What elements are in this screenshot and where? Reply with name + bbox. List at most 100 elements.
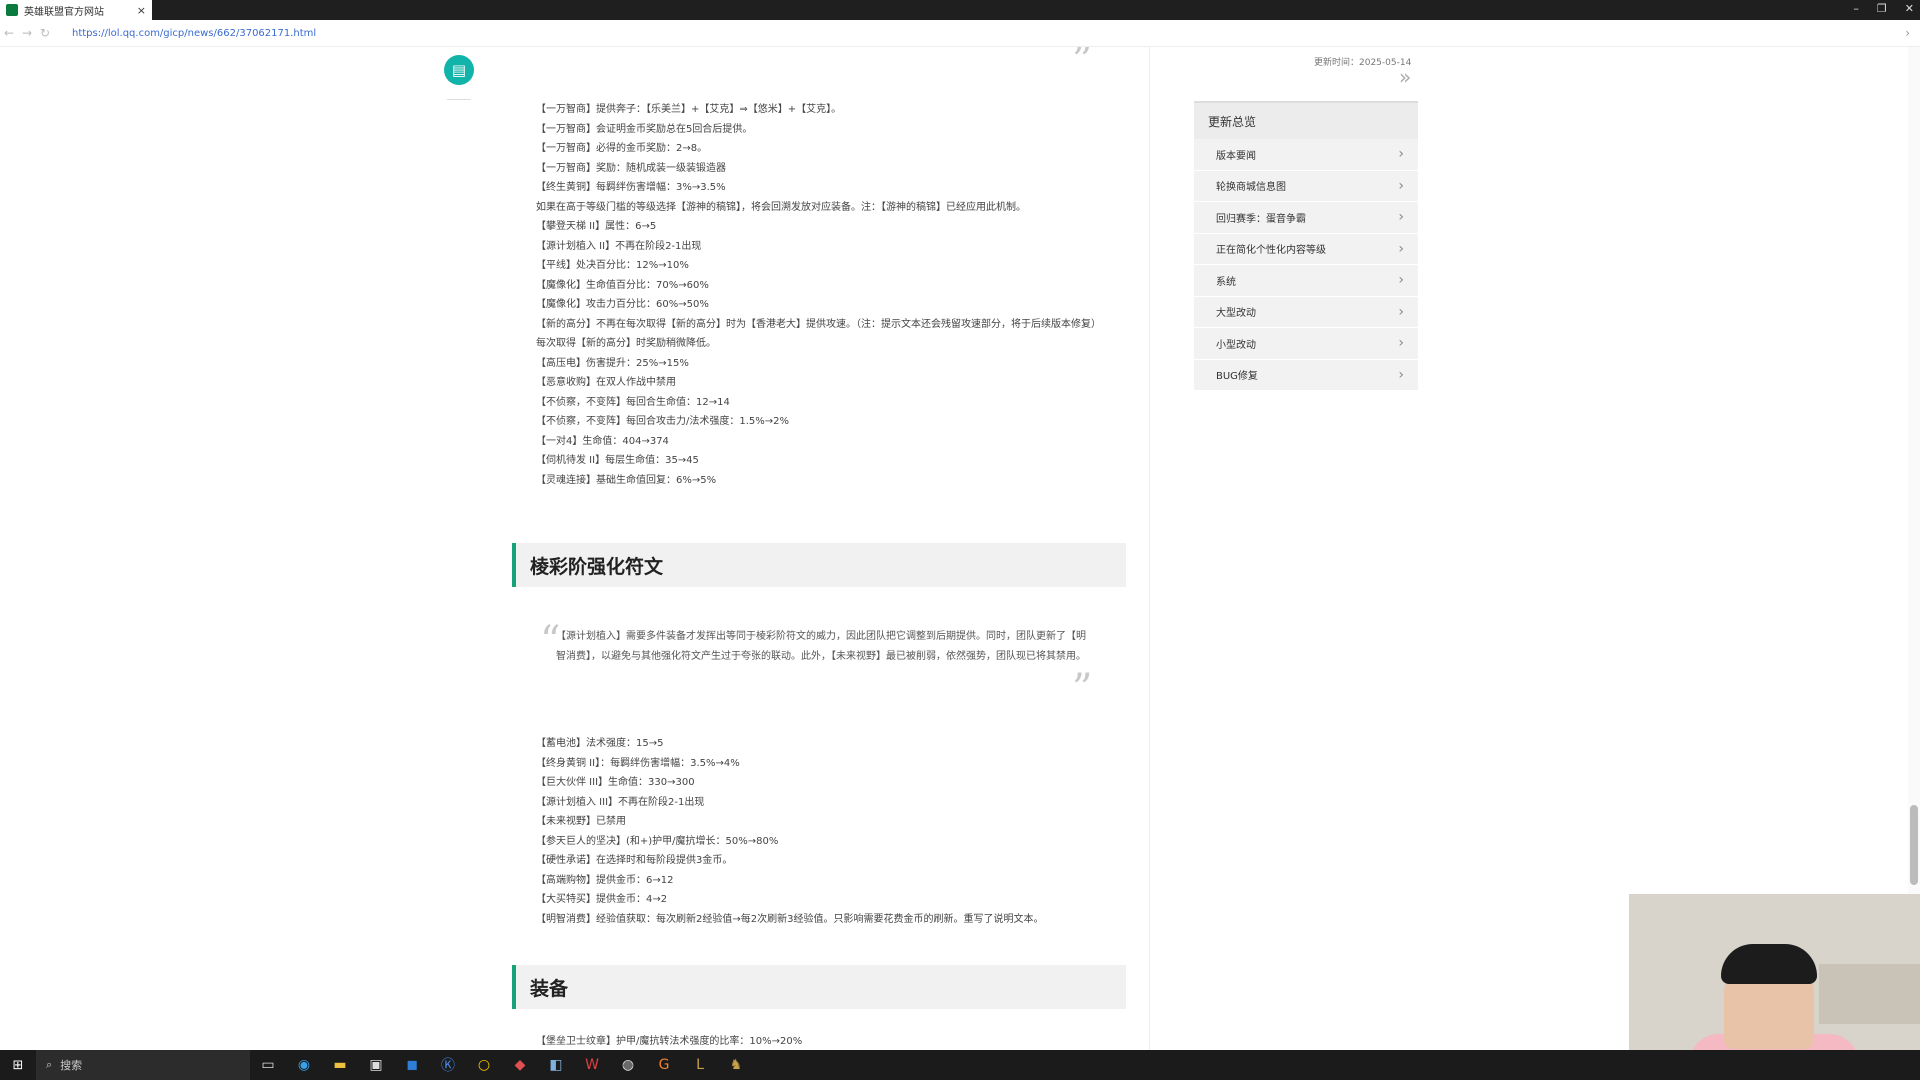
chevron-right-icon: › — [1398, 303, 1404, 320]
list-item: 【一万智商】奖励：随机成装一级装锻造器 — [536, 162, 726, 174]
url-field[interactable]: https://lol.qq.com/gicp/news/662/3706217… — [72, 28, 316, 39]
list-item: 【明智消费】经验值获取：每次刷新2经验值→每2次刷新3经验值。只影响需要花费金币… — [536, 913, 1044, 925]
overview-panel: 更新总览 版本要闻 › 轮换商城信息图 › 回归赛季：蛋音争霸 › 正在简化个性… — [1194, 101, 1418, 391]
comment-button[interactable]: ▤ — [444, 55, 474, 85]
outlook-icon[interactable]: ◼ — [394, 1050, 430, 1080]
comment-icon: ▤ — [451, 61, 467, 79]
wps-icon[interactable]: W — [574, 1050, 610, 1080]
sidebar-item-minor-changes[interactable]: 小型改动 › — [1194, 328, 1418, 360]
list-item: 【一万智商】必得的金币奖励：2→8。 — [536, 143, 708, 154]
sidebar-item-bug-fixes[interactable]: BUG修复 › — [1194, 359, 1418, 391]
chevron-right-icon: › — [1398, 209, 1404, 226]
sidebar-item-system[interactable]: 系统 › — [1194, 265, 1418, 297]
change-list-3: 【堡垒卫士纹章】护甲/魔抗转法术强度的比率：10%→20% — [536, 1032, 802, 1050]
expand-icon[interactable]: » — [1399, 65, 1411, 89]
list-item: 【硬性承诺】在选择时和每阶段提供3金币。 — [536, 855, 733, 866]
chevron-right-icon: › — [1398, 177, 1404, 194]
forward-icon[interactable]: → — [18, 26, 36, 40]
list-item: 每次取得【新的高分】时奖励稍微降低。 — [536, 338, 716, 349]
back-icon[interactable]: ← — [0, 26, 18, 40]
app-g-icon[interactable]: G — [646, 1050, 682, 1080]
update-time: 更新时间：2025-05-14 — [1314, 58, 1412, 68]
list-item: 【一万智商】提供奔子：【乐美兰】+【艾克】⇒【悠米】+【艾克】。 — [536, 104, 842, 115]
list-item: 【源计划植入 III】不再在阶段2-1出现 — [536, 796, 705, 808]
change-list-2: 【蓄电池】法术强度：15→5 【终身黄铜 II】：每羁绊伤害增幅：3.5%→4%… — [536, 734, 1043, 929]
scrollbar-thumb[interactable] — [1910, 805, 1918, 885]
reload-icon[interactable]: ↻ — [36, 26, 54, 40]
sidebar-item-label: 轮换商城信息图 — [1216, 182, 1286, 194]
site-favicon-icon — [6, 4, 18, 16]
chevron-right-icon: › — [1398, 146, 1404, 163]
quote-close-icon: ” — [1072, 666, 1093, 712]
list-item: 【参天巨人的坚决】(和+)护甲/魔抗增长：50%→80% — [536, 835, 779, 847]
chevron-right-icon: › — [1398, 240, 1404, 257]
app-k-icon[interactable]: Ⓚ — [430, 1050, 466, 1080]
app-globe-icon[interactable]: ◍ — [610, 1050, 646, 1080]
change-list-1: 【一万智商】提供奔子：【乐美兰】+【艾克】⇒【悠米】+【艾克】。 【一万智商】会… — [536, 100, 1112, 490]
sidebar-item-version-news[interactable]: 版本要闻 › — [1194, 139, 1418, 171]
sidebar-item-return-season[interactable]: 回归赛季：蛋音争霸 › — [1194, 202, 1418, 234]
section-quote: 【源计划植入】需要多件装备才发挥出等同于棱彩阶符文的威力，因此团队把它调整到后期… — [556, 631, 1086, 662]
taskbar: ⊞ ⌕ 搜索 ▭ ◉ ▬ ▣ ◼ Ⓚ ○ ◆ ◧ W ◍ G L ♞ — [0, 1050, 1920, 1080]
app-circle-icon[interactable]: ○ — [466, 1050, 502, 1080]
browser-tab-strip: 英雄联盟官方网站 × – ❐ ✕ — [0, 0, 1920, 20]
search-input: 搜索 — [60, 1059, 83, 1072]
sidebar-item-personalization[interactable]: 正在简化个性化内容等级 › — [1194, 233, 1418, 265]
list-item: 【平线】处决百分比：12%→10% — [536, 260, 689, 271]
sidebar-item-label: 版本要闻 — [1216, 150, 1256, 162]
list-item: 【一对4】生命值：404→374 — [536, 435, 669, 447]
sidebar-item-label: 系统 — [1216, 276, 1236, 288]
edge-browser-icon[interactable]: ◉ — [286, 1050, 322, 1080]
window-controls: – ❐ ✕ — [1853, 2, 1914, 15]
sidebar-item-rotating-shop[interactable]: 轮换商城信息图 › — [1194, 170, 1418, 202]
sidebar-item-label: BUG修复 — [1216, 371, 1258, 383]
panel-title: 更新总览 — [1194, 101, 1418, 139]
list-item: 【源计划植入 II】不再在阶段2-1出现 — [536, 240, 702, 252]
sidebar-item-label: 小型改动 — [1216, 339, 1256, 351]
list-item: 【终生黄铜】每羁绊伤害增幅：3%→3.5% — [536, 182, 726, 193]
app-red-icon[interactable]: ◆ — [502, 1050, 538, 1080]
list-item: 【魔像化】生命值百分比：70%→60% — [536, 279, 709, 291]
sidebar-item-major-changes[interactable]: 大型改动 › — [1194, 296, 1418, 328]
list-item: 如果在高于等级门槛的等级选择【游神的稿锦】，将会回溯发放对应装备。注：【游神的稿… — [536, 201, 1026, 213]
list-item: 【灵魂连接】基础生命值回复：6%→5% — [536, 474, 717, 486]
tab-title: 英雄联盟官方网站 — [24, 6, 104, 18]
list-item: 【攀登天梯 II】属性：6→5 — [536, 221, 657, 232]
list-item: 【堡垒卫士纹章】护甲/魔抗转法术强度的比率：10%→20% — [536, 1036, 803, 1047]
list-item: 【一万智商】会证明金币奖励总在5回合后提供。 — [536, 123, 753, 135]
league-client-icon[interactable]: L — [682, 1050, 718, 1080]
list-item: 【巨大伙伴 III】生命值：330→300 — [536, 777, 695, 788]
store-icon[interactable]: ▣ — [358, 1050, 394, 1080]
chevron-right-icon: › — [1398, 335, 1404, 352]
section-heading: 棱彩阶强化符文 — [512, 543, 1126, 587]
quote-close-icon: ” — [1072, 47, 1093, 84]
webcam-background-shelf — [1819, 964, 1920, 1024]
section-heading: 装备 — [512, 965, 1126, 1009]
minimize-button[interactable]: – — [1853, 2, 1859, 15]
chevron-right-icon: › — [1398, 272, 1404, 289]
maximize-button[interactable]: ❐ — [1877, 2, 1887, 15]
app-blue-icon[interactable]: ◧ — [538, 1050, 574, 1080]
taskbar-search[interactable]: ⌕ 搜索 — [36, 1050, 250, 1080]
webcam-person-hair — [1721, 944, 1817, 984]
list-item: 【终身黄铜 II】：每羁绊伤害增幅：3.5%→4% — [536, 757, 740, 769]
sidebar-item-label: 大型改动 — [1216, 308, 1256, 320]
list-item: 【大买特买】提供金币：4→2 — [536, 894, 668, 905]
chevron-right-icon: › — [1398, 366, 1404, 383]
list-item: 【新的高分】不再在每次取得【新的高分】时为【香港老大】提供攻速。（注：提示文本还… — [536, 318, 1101, 330]
search-icon: ⌕ — [46, 1058, 53, 1071]
app-game-icon[interactable]: ♞ — [718, 1050, 754, 1080]
browser-menu-chevron-icon[interactable]: › — [1905, 26, 1910, 40]
list-item: 【不侦察，不变阵】每回合攻击力/法术强度：1.5%→2% — [536, 416, 790, 427]
divider — [447, 99, 471, 100]
tab-close-icon[interactable]: × — [137, 4, 146, 17]
list-item: 【不侦察，不变阵】每回合生命值：12→14 — [536, 396, 730, 408]
sidebar-item-label: 正在简化个性化内容等级 — [1216, 245, 1326, 257]
list-item: 【高端购物】提供金币：6→12 — [536, 874, 674, 886]
file-explorer-icon[interactable]: ▬ — [322, 1050, 358, 1080]
task-view-icon[interactable]: ▭ — [250, 1050, 286, 1080]
close-window-button[interactable]: ✕ — [1905, 2, 1914, 15]
browser-tab[interactable]: 英雄联盟官方网站 × — [0, 0, 152, 20]
start-button[interactable]: ⊞ — [0, 1050, 36, 1080]
address-bar: ← → ↻ https://lol.qq.com/gicp/news/662/3… — [0, 20, 1920, 47]
